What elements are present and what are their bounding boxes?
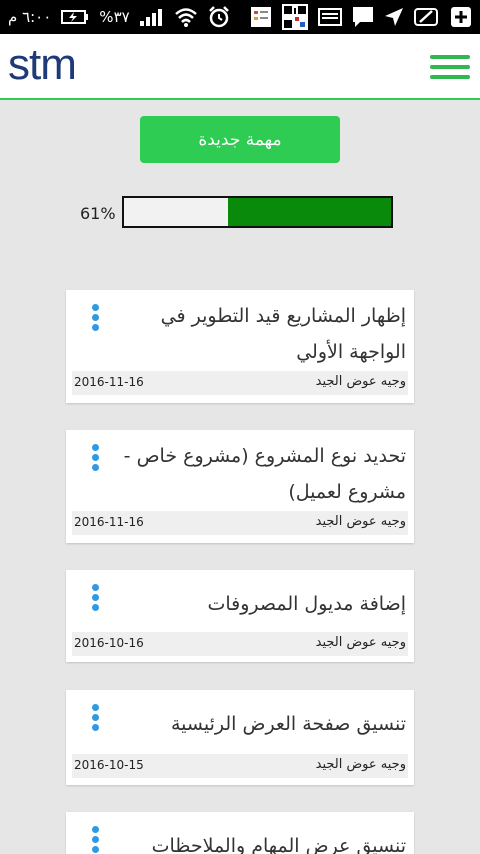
- signal-icon: [139, 8, 164, 26]
- status-bar-left: ٦:٠٠ م %٣٧: [8, 0, 230, 34]
- edit-icon: [414, 7, 440, 27]
- task-author: وجيه عوض الجيد: [315, 514, 406, 529]
- task-card[interactable]: إضافة مديول المصروفات 2016-10-16 وجيه عو…: [66, 570, 414, 662]
- task-card[interactable]: تنسيق صفحة العرض الرئيسية 2016-10-15 وجي…: [66, 690, 414, 785]
- task-title: إظهار المشاريع قيد التطوير في الواجهة ال…: [160, 305, 406, 363]
- app-bar: stm: [0, 34, 480, 100]
- image-icon: [318, 7, 342, 27]
- task-author: وجيه عوض الجيد: [315, 635, 406, 650]
- task-author: وجيه عوض الجيد: [315, 757, 406, 772]
- more-options-icon[interactable]: [92, 704, 100, 732]
- task-date: 2016-11-16: [74, 375, 144, 389]
- task-title: إضافة مديول المصروفات: [207, 593, 406, 615]
- task-author: وجيه عوض الجيد: [315, 374, 406, 389]
- task-card[interactable]: إظهار المشاريع قيد التطوير في الواجهة ال…: [66, 290, 414, 403]
- progress-label: 61%: [80, 204, 116, 223]
- new-task-button[interactable]: مهمة جديدة: [140, 116, 340, 163]
- add-icon: [450, 6, 472, 28]
- status-time: ٦:٠٠ م: [8, 8, 52, 26]
- progress-bar-fill: [228, 198, 391, 226]
- app-logo[interactable]: stm: [8, 40, 77, 90]
- task-card[interactable]: تحديد نوع المشروع (مشروع خاص - مشروع لعم…: [66, 430, 414, 543]
- task-meta: 2016-11-16 وجيه عوض الجيد: [72, 371, 408, 395]
- task-title: تحديد نوع المشروع (مشروع خاص - مشروع لعم…: [123, 445, 406, 503]
- battery-charging-icon: [61, 9, 89, 25]
- task-card[interactable]: تنسيق عرض المهام والملاحظات: [66, 812, 414, 854]
- alarm-icon: [208, 6, 230, 28]
- task-date: 2016-11-16: [74, 515, 144, 529]
- more-options-icon[interactable]: [92, 444, 100, 472]
- task-title: تنسيق عرض المهام والملاحظات: [151, 835, 406, 854]
- qr-icon: [282, 4, 308, 30]
- task-meta: 2016-11-16 وجيه عوض الجيد: [72, 511, 408, 535]
- task-date: 2016-10-15: [74, 758, 144, 772]
- message-icon: [352, 6, 374, 28]
- wifi-icon: [174, 7, 198, 27]
- more-options-icon[interactable]: [92, 304, 100, 332]
- task-meta: 2016-10-15 وجيه عوض الجيد: [72, 754, 408, 778]
- more-options-icon[interactable]: [92, 826, 100, 854]
- more-options-icon[interactable]: [92, 584, 100, 612]
- battery-percent: %٣٧: [99, 8, 130, 26]
- task-meta: 2016-10-16 وجيه عوض الجيد: [72, 632, 408, 656]
- notes-icon: [250, 6, 272, 28]
- task-date: 2016-10-16: [74, 636, 144, 650]
- status-bar-right: [250, 0, 472, 34]
- progress-bar: [122, 196, 393, 228]
- location-icon: [384, 7, 404, 27]
- hamburger-menu-icon[interactable]: [430, 52, 470, 82]
- status-bar: ٦:٠٠ م %٣٧: [0, 0, 480, 34]
- task-title: تنسيق صفحة العرض الرئيسية: [171, 713, 406, 735]
